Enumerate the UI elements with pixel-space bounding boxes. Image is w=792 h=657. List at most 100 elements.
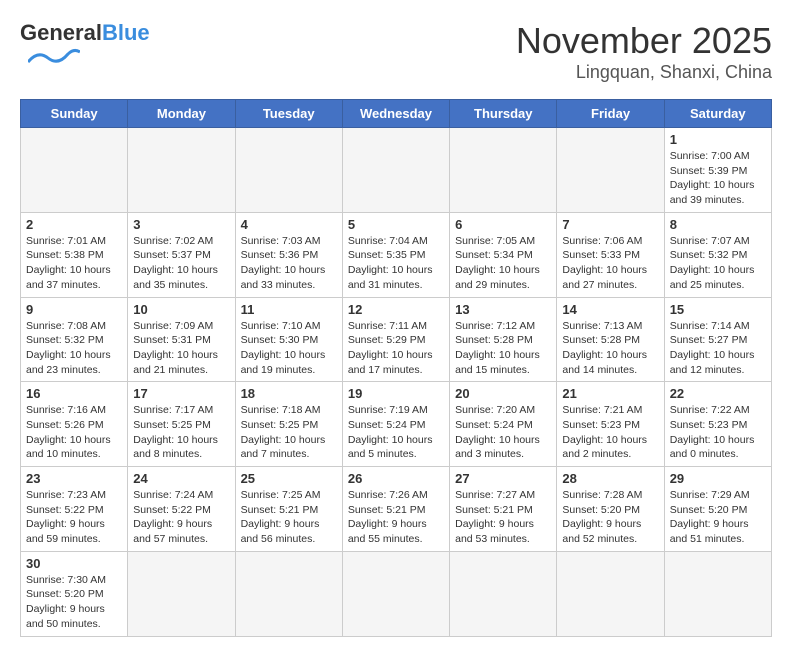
day-number: 8 (670, 217, 766, 232)
day-number: 26 (348, 471, 444, 486)
calendar-cell: 18 Sunrise: 7:18 AM Sunset: 5:25 PM Dayli… (235, 382, 342, 467)
calendar-cell: 26Sunrise: 7:26 AM Sunset: 5:21 PM Dayli… (342, 467, 449, 552)
calendar-cell: 17Sunrise: 7:17 AM Sunset: 5:25 PM Dayli… (128, 382, 235, 467)
calendar-header-row: SundayMondayTuesdayWednesdayThursdayFrid… (21, 100, 772, 128)
calendar-cell: 15 Sunrise: 7:14 AM Sunset: 5:27 PM Dayli… (664, 297, 771, 382)
day-number: 19 (348, 386, 444, 401)
calendar-cell: 9Sunrise: 7:08 AM Sunset: 5:32 PM Daylig… (21, 297, 128, 382)
day-info: Sunrise: 7:25 AM Sunset: 5:21 PM Dayligh… (241, 488, 337, 547)
calendar-cell: 11Sunrise: 7:10 AM Sunset: 5:30 PM Dayli… (235, 297, 342, 382)
day-info: Sunrise: 7:02 AM Sunset: 5:37 PM Dayligh… (133, 234, 229, 293)
weekday-header-wednesday: Wednesday (342, 100, 449, 128)
calendar-cell: 10Sunrise: 7:09 AM Sunset: 5:31 PM Dayli… (128, 297, 235, 382)
month-title: November 2025 (516, 20, 772, 62)
calendar-cell (21, 128, 128, 213)
weekday-header-monday: Monday (128, 100, 235, 128)
day-info: Sunrise: 7:23 AM Sunset: 5:22 PM Dayligh… (26, 488, 122, 547)
day-info: Sunrise: 7:00 AM Sunset: 5:39 PM Dayligh… (670, 149, 766, 208)
day-number: 17 (133, 386, 229, 401)
calendar-week-row: 23 Sunrise: 7:23 AM Sunset: 5:22 PM Dayli… (21, 467, 772, 552)
day-info: Sunrise: 7:01 AM Sunset: 5:38 PM Dayligh… (26, 234, 122, 293)
calendar-week-row: 2 Sunrise: 7:01 AM Sunset: 5:38 PM Daylig… (21, 212, 772, 297)
calendar-body: 1Sunrise: 7:00 AM Sunset: 5:39 PM Daylig… (21, 128, 772, 637)
calendar-week-row: 30 Sunrise: 7:30 AM Sunset: 5:20 PM Dayli… (21, 551, 772, 636)
calendar-cell: 7 Sunrise: 7:06 AM Sunset: 5:33 PM Daylig… (557, 212, 664, 297)
calendar-cell: 6 Sunrise: 7:05 AM Sunset: 5:34 PM Daylig… (450, 212, 557, 297)
calendar-cell (342, 551, 449, 636)
calendar-cell: 16 Sunrise: 7:16 AM Sunset: 5:26 PM Dayli… (21, 382, 128, 467)
calendar-week-row: 16 Sunrise: 7:16 AM Sunset: 5:26 PM Dayli… (21, 382, 772, 467)
day-info: Sunrise: 7:28 AM Sunset: 5:20 PM Dayligh… (562, 488, 658, 547)
calendar-cell (128, 128, 235, 213)
calendar-cell (664, 551, 771, 636)
day-info: Sunrise: 7:21 AM Sunset: 5:23 PM Dayligh… (562, 403, 658, 462)
day-number: 20 (455, 386, 551, 401)
calendar-week-row: 9Sunrise: 7:08 AM Sunset: 5:32 PM Daylig… (21, 297, 772, 382)
day-number: 15 (670, 302, 766, 317)
weekday-header-thursday: Thursday (450, 100, 557, 128)
day-info: Sunrise: 7:24 AM Sunset: 5:22 PM Dayligh… (133, 488, 229, 547)
day-number: 21 (562, 386, 658, 401)
day-info: Sunrise: 7:12 AM Sunset: 5:28 PM Dayligh… (455, 319, 551, 378)
calendar-cell: 14Sunrise: 7:13 AM Sunset: 5:28 PM Dayli… (557, 297, 664, 382)
logo-blue-text: Blue (102, 20, 150, 46)
day-number: 24 (133, 471, 229, 486)
calendar-cell (557, 551, 664, 636)
calendar-cell: 5Sunrise: 7:04 AM Sunset: 5:35 PM Daylig… (342, 212, 449, 297)
calendar-cell: 21 Sunrise: 7:21 AM Sunset: 5:23 PM Dayli… (557, 382, 664, 467)
day-info: Sunrise: 7:16 AM Sunset: 5:26 PM Dayligh… (26, 403, 122, 462)
calendar-cell (235, 551, 342, 636)
calendar-cell: 20 Sunrise: 7:20 AM Sunset: 5:24 PM Dayli… (450, 382, 557, 467)
calendar-cell (235, 128, 342, 213)
day-info: Sunrise: 7:07 AM Sunset: 5:32 PM Dayligh… (670, 234, 766, 293)
day-number: 27 (455, 471, 551, 486)
day-number: 4 (241, 217, 337, 232)
day-number: 2 (26, 217, 122, 232)
calendar-cell (342, 128, 449, 213)
calendar-table: SundayMondayTuesdayWednesdayThursdayFrid… (20, 99, 772, 637)
day-info: Sunrise: 7:14 AM Sunset: 5:27 PM Dayligh… (670, 319, 766, 378)
day-number: 5 (348, 217, 444, 232)
day-info: Sunrise: 7:30 AM Sunset: 5:20 PM Dayligh… (26, 573, 122, 632)
calendar-week-row: 1Sunrise: 7:00 AM Sunset: 5:39 PM Daylig… (21, 128, 772, 213)
day-number: 23 (26, 471, 122, 486)
calendar-cell: 4Sunrise: 7:03 AM Sunset: 5:36 PM Daylig… (235, 212, 342, 297)
day-info: Sunrise: 7:18 AM Sunset: 5:25 PM Dayligh… (241, 403, 337, 462)
day-info: Sunrise: 7:27 AM Sunset: 5:21 PM Dayligh… (455, 488, 551, 547)
day-number: 14 (562, 302, 658, 317)
logo-wave-icon (28, 48, 80, 66)
day-info: Sunrise: 7:29 AM Sunset: 5:20 PM Dayligh… (670, 488, 766, 547)
calendar-cell (450, 128, 557, 213)
title-area: November 2025 Lingquan, Shanxi, China (516, 20, 772, 83)
logo-general-text: General (20, 20, 102, 46)
logo: General Blue (20, 20, 150, 66)
weekday-header-tuesday: Tuesday (235, 100, 342, 128)
calendar-cell: 29Sunrise: 7:29 AM Sunset: 5:20 PM Dayli… (664, 467, 771, 552)
day-number: 30 (26, 556, 122, 571)
day-number: 6 (455, 217, 551, 232)
day-info: Sunrise: 7:10 AM Sunset: 5:30 PM Dayligh… (241, 319, 337, 378)
day-number: 16 (26, 386, 122, 401)
day-info: Sunrise: 7:06 AM Sunset: 5:33 PM Dayligh… (562, 234, 658, 293)
day-number: 25 (241, 471, 337, 486)
header: General Blue November 2025 Lingquan, Sha… (20, 20, 772, 83)
day-number: 28 (562, 471, 658, 486)
day-number: 22 (670, 386, 766, 401)
day-info: Sunrise: 7:11 AM Sunset: 5:29 PM Dayligh… (348, 319, 444, 378)
weekday-header-sunday: Sunday (21, 100, 128, 128)
day-number: 12 (348, 302, 444, 317)
calendar-cell: 19Sunrise: 7:19 AM Sunset: 5:24 PM Dayli… (342, 382, 449, 467)
day-number: 7 (562, 217, 658, 232)
day-info: Sunrise: 7:22 AM Sunset: 5:23 PM Dayligh… (670, 403, 766, 462)
location-title: Lingquan, Shanxi, China (516, 62, 772, 83)
weekday-header-saturday: Saturday (664, 100, 771, 128)
calendar-cell (450, 551, 557, 636)
calendar-cell: 13Sunrise: 7:12 AM Sunset: 5:28 PM Dayli… (450, 297, 557, 382)
day-number: 10 (133, 302, 229, 317)
day-info: Sunrise: 7:20 AM Sunset: 5:24 PM Dayligh… (455, 403, 551, 462)
calendar-cell: 12 Sunrise: 7:11 AM Sunset: 5:29 PM Dayli… (342, 297, 449, 382)
calendar-cell (557, 128, 664, 213)
day-number: 18 (241, 386, 337, 401)
day-info: Sunrise: 7:08 AM Sunset: 5:32 PM Dayligh… (26, 319, 122, 378)
day-info: Sunrise: 7:05 AM Sunset: 5:34 PM Dayligh… (455, 234, 551, 293)
